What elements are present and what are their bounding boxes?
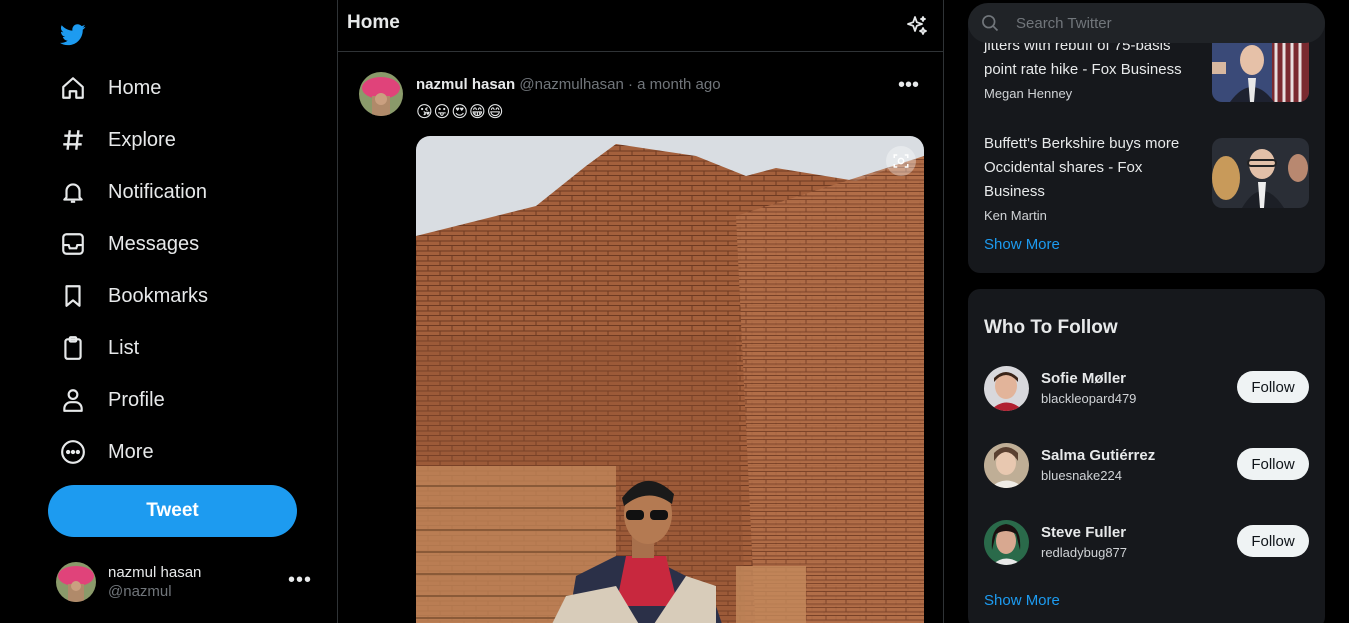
nav-more-label: More bbox=[108, 440, 154, 463]
tweet-author-handle[interactable]: @nazmulhasan bbox=[519, 76, 623, 93]
follow-button[interactable]: Follow bbox=[1237, 525, 1309, 557]
news-item[interactable]: jitters with rebuff of 75-basis point ra… bbox=[984, 32, 1309, 102]
page-title: Home bbox=[347, 12, 400, 33]
feed-header: Home bbox=[338, 0, 943, 52]
search-bar[interactable] bbox=[968, 3, 1325, 43]
news-show-more-link[interactable]: Show More bbox=[984, 236, 1060, 253]
follow-button[interactable]: Follow bbox=[1237, 371, 1309, 403]
tweet-more-icon[interactable]: ••• bbox=[898, 74, 919, 97]
bell-icon bbox=[58, 177, 88, 207]
search-icon bbox=[982, 15, 999, 32]
avatar[interactable] bbox=[984, 365, 1029, 411]
search-input[interactable] bbox=[1016, 14, 1306, 32]
nav-more[interactable]: More bbox=[58, 432, 154, 472]
account-name: nazmul hasan bbox=[108, 564, 202, 581]
tweet-button[interactable]: Tweet bbox=[48, 485, 297, 537]
news-panel: jitters with rebuff of 75-basis point ra… bbox=[968, 10, 1325, 273]
news-item[interactable]: Buffett's Berkshire buys more Occidental… bbox=[984, 132, 1309, 223]
nav-bookmarks-label: Bookmarks bbox=[108, 284, 209, 307]
avatar bbox=[56, 562, 96, 602]
nav-bookmarks[interactable]: Bookmarks bbox=[58, 276, 208, 316]
follow-user-handle: redladybug877 bbox=[1041, 545, 1128, 560]
nav-explore-label: Explore bbox=[108, 128, 176, 151]
account-more-icon[interactable]: ••• bbox=[288, 569, 312, 592]
clipboard-icon bbox=[58, 333, 88, 363]
nav-notification-label: Notification bbox=[108, 180, 207, 203]
account-handle: @nazmul bbox=[108, 583, 172, 600]
tweet-header: nazmul hasan @nazmulhasan · a month ago bbox=[416, 76, 721, 93]
tweet-photo-image bbox=[416, 136, 924, 623]
scan-icon bbox=[893, 154, 909, 168]
hashtag-icon bbox=[58, 125, 88, 155]
left-sidebar: Home Explore Notification Messages Bookm… bbox=[0, 0, 338, 623]
image-scan-button[interactable] bbox=[886, 146, 916, 176]
nav-home[interactable]: Home bbox=[58, 68, 161, 108]
follow-button[interactable]: Follow bbox=[1237, 448, 1309, 480]
tweet-author-name[interactable]: nazmul hasan bbox=[416, 76, 515, 93]
who-to-follow-title: Who To Follow bbox=[984, 317, 1118, 338]
tweet-avatar[interactable] bbox=[359, 72, 403, 116]
tweet-photo[interactable] bbox=[416, 136, 924, 623]
nav-list[interactable]: List bbox=[58, 328, 139, 368]
nav-profile-label: Profile bbox=[108, 388, 165, 411]
follow-show-more-link[interactable]: Show More bbox=[984, 592, 1060, 609]
twitter-bird-icon[interactable] bbox=[60, 24, 86, 46]
main-feed: Home nazmul hasan @nazmulhasan · a month… bbox=[337, 0, 944, 623]
news-headline[interactable]: Buffett's Berkshire buys more Occidental… bbox=[984, 132, 1199, 204]
nav-home-label: Home bbox=[108, 76, 162, 99]
news-thumbnail bbox=[1212, 138, 1309, 208]
inbox-icon bbox=[58, 229, 88, 259]
follow-suggestion[interactable]: Sofie Møller blackleopard479 Follow bbox=[984, 364, 1309, 412]
news-author: Ken Martin bbox=[984, 208, 1047, 223]
more-circle-icon bbox=[58, 437, 88, 467]
bookmark-icon bbox=[58, 281, 88, 311]
follow-suggestion[interactable]: Steve Fuller redladybug877 Follow bbox=[984, 518, 1309, 566]
nav-explore[interactable]: Explore bbox=[58, 120, 176, 160]
avatar[interactable] bbox=[984, 519, 1029, 565]
sparkle-icon[interactable] bbox=[905, 14, 929, 38]
home-icon bbox=[58, 73, 88, 103]
tweet-timestamp: · a month ago bbox=[628, 76, 721, 93]
nav-list-label: List bbox=[108, 336, 140, 359]
follow-user-name[interactable]: Salma Gutiérrez bbox=[1041, 447, 1155, 464]
nav-messages[interactable]: Messages bbox=[58, 224, 199, 264]
follow-user-name[interactable]: Steve Fuller bbox=[1041, 524, 1127, 541]
follow-user-handle: bluesnake224 bbox=[1041, 468, 1122, 483]
nav-profile[interactable]: Profile bbox=[58, 380, 165, 420]
avatar[interactable] bbox=[984, 442, 1029, 488]
tweet-text: 😘😛😍😁😄 bbox=[416, 104, 505, 121]
nav-notification[interactable]: Notification bbox=[58, 172, 207, 212]
user-icon bbox=[58, 385, 88, 415]
who-to-follow-panel: Who To Follow Sofie Møller blackleopard4… bbox=[968, 289, 1325, 623]
follow-user-name[interactable]: Sofie Møller bbox=[1041, 370, 1136, 387]
nav-messages-label: Messages bbox=[108, 232, 200, 255]
follow-user-handle: blackleopard479 bbox=[1041, 391, 1137, 406]
follow-suggestion[interactable]: Salma Gutiérrez bluesnake224 Follow bbox=[984, 441, 1309, 489]
account-switcher[interactable]: nazmul hasan @nazmul ••• bbox=[56, 561, 316, 603]
